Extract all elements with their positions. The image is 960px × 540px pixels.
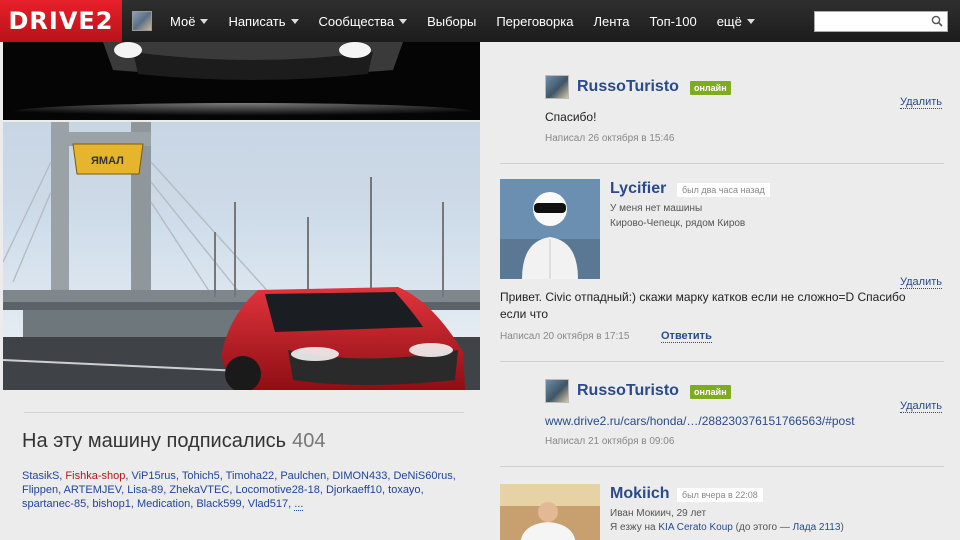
nav-item-elections[interactable]: Выборы [417, 0, 486, 42]
chevron-down-icon [290, 18, 299, 24]
search-box [814, 11, 948, 32]
user-avatar[interactable] [132, 11, 152, 31]
subscriber-link[interactable]: ZhekaVTEC [169, 484, 229, 496]
top-navigation-bar: DRIVE2 Моё Написать Сообщества Выборы Пе… [0, 0, 960, 42]
user-car: У меня нет машины [610, 203, 703, 214]
chevron-down-icon [746, 18, 755, 24]
divider [500, 163, 944, 164]
user-avatar[interactable] [545, 379, 569, 403]
comment-author[interactable]: Lycifier [610, 180, 666, 198]
subscriber-link[interactable]: Locomotive28-18 [235, 484, 319, 496]
comment-author[interactable]: RussoTuristo [577, 382, 679, 400]
subscriber-link[interactable]: Black599 [196, 498, 241, 510]
nav-item-moe[interactable]: Моё [160, 0, 218, 42]
subscribers-title: На эту машину подписались 404 [22, 430, 326, 452]
subscriber-link[interactable]: Timoha22 [226, 470, 275, 482]
more-subscribers-link[interactable]: ... [294, 498, 304, 511]
user-location: Кирово-Чепецк, рядом Киров [610, 218, 746, 229]
nav-item-chat[interactable]: Переговорка [486, 0, 583, 42]
user-car: Я езжу на KIA Cerato Koup (до этого — Ла… [610, 522, 844, 533]
last-seen-badge: был вчера в 22:08 [677, 488, 763, 502]
comment-link-text[interactable]: www.drive2.ru/cars/honda/…/2882303761517… [545, 413, 855, 430]
divider [500, 361, 944, 362]
subscriber-link[interactable]: Vlad517 [248, 498, 288, 510]
delete-link[interactable]: Удалить [900, 400, 942, 413]
subscriber-link[interactable]: DeNiS60rus [393, 470, 452, 482]
comment-text: Спасибо! [545, 110, 597, 124]
search-input[interactable] [815, 12, 927, 31]
subscriber-link[interactable]: Paulchen [280, 470, 326, 482]
comments-column: RussoTuristo онлайн Удалить Спасибо! Нап… [482, 42, 960, 540]
subscriber-link[interactable]: spartanec-85 [22, 498, 86, 510]
nav-item-more[interactable]: ещё [707, 0, 765, 42]
prev-car-link[interactable]: Лада 2113 [793, 522, 841, 533]
divider [500, 466, 944, 467]
nav-item-feed[interactable]: Лента [583, 0, 639, 42]
chevron-down-icon [399, 18, 408, 24]
svg-text:ЯМАЛ: ЯМАЛ [91, 155, 124, 167]
car-front-night-photo[interactable] [3, 42, 480, 120]
subscriber-link[interactable]: Fishka-shop [65, 470, 125, 482]
online-badge: онлайн [690, 81, 731, 95]
user-avatar[interactable] [500, 484, 600, 540]
subscriber-link[interactable]: Djorkaeff10 [326, 484, 382, 496]
subscriber-link[interactable]: toxayo [388, 484, 420, 496]
user-avatar[interactable] [500, 179, 600, 279]
subscribers-count: 404 [292, 430, 326, 452]
last-seen-badge: был два часа назад [677, 183, 770, 197]
subscribers-list: StasikS, Fishka-shop, ViP15rus, Tohich5,… [22, 470, 456, 511]
subscriber-link[interactable]: Tohich5 [182, 470, 220, 482]
bridge-sign-text: ЯМАЛ [91, 155, 124, 167]
reply-link[interactable]: Ответить [661, 330, 712, 343]
subscriber-link[interactable]: StasikS [22, 470, 59, 482]
subscriber-link[interactable]: bishop1 [92, 498, 131, 510]
car-bridge-photo[interactable]: ЯМАЛ [3, 122, 480, 390]
delete-link[interactable]: Удалить [900, 276, 942, 289]
divider [24, 412, 464, 413]
nav-item-communities[interactable]: Сообщества [309, 0, 418, 42]
comment-text: Привет. Civic отпадный:) скажи марку кат… [500, 290, 906, 321]
subscriber-link[interactable]: Flippen [22, 484, 58, 496]
nav-item-top100[interactable]: Топ-100 [639, 0, 706, 42]
user-info: Иван Мокиич, 29 лет [610, 508, 707, 519]
subscriber-link[interactable]: Medication [137, 498, 190, 510]
search-icon[interactable] [931, 15, 943, 27]
comment-timestamp: Написал 21 октября в 09:06 [545, 436, 675, 447]
comment-timestamp: Написал 26 октября в 15:46 [545, 133, 675, 144]
main-nav: Моё Написать Сообщества Выборы Переговор… [160, 0, 765, 42]
online-badge: онлайн [690, 385, 731, 399]
car-photo-column: ЯМАЛ На эту машину подписались 404 Stasi… [0, 42, 482, 540]
comment-author[interactable]: Mokiich [610, 485, 670, 503]
subscribers-section: На эту машину подписались 404 StasikS, Fi… [22, 430, 462, 511]
chevron-down-icon [200, 18, 209, 24]
car-link[interactable]: KIA Cerato Koup [658, 522, 733, 533]
comment-author[interactable]: RussoTuristo [577, 78, 679, 96]
nav-item-write[interactable]: Написать [218, 0, 308, 42]
comment-timestamp: Написал 20 октября в 17:15 [500, 331, 630, 342]
subscriber-link[interactable]: DIMON433 [332, 470, 387, 482]
delete-link[interactable]: Удалить [900, 96, 942, 109]
subscriber-link[interactable]: Lisa-89 [127, 484, 163, 496]
drive2-logo[interactable]: DRIVE2 [0, 0, 122, 42]
user-avatar[interactable] [545, 75, 569, 99]
subscriber-link[interactable]: ViP15rus [131, 470, 175, 482]
subscriber-link[interactable]: ARTEMJEV [64, 484, 121, 496]
